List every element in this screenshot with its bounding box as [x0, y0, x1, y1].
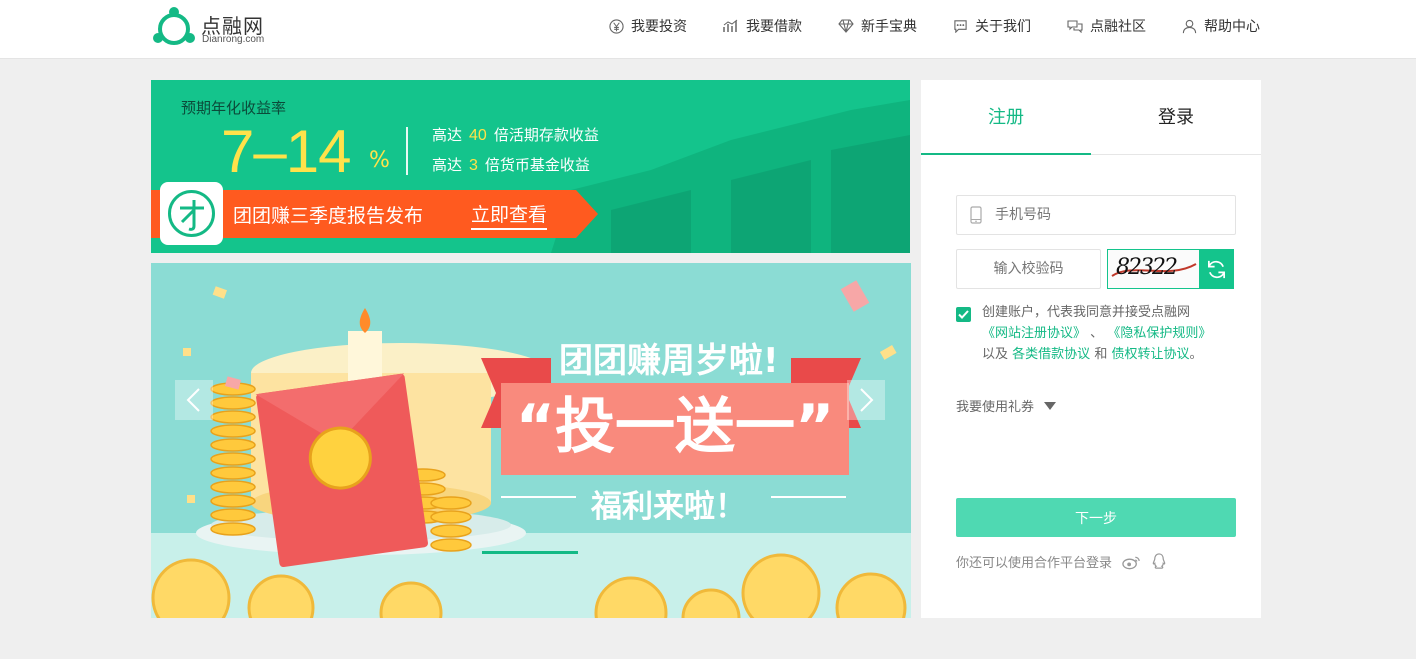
nav-community-label: 点融社区 [1090, 19, 1146, 35]
weibo-icon[interactable] [1122, 554, 1141, 570]
captcha-image[interactable]: 82322 [1107, 249, 1199, 289]
next-step-button[interactable]: 下一步 [956, 498, 1236, 537]
privacy-rules-link[interactable]: 《隐私保护规则》 [1107, 326, 1211, 341]
check-icon [958, 310, 969, 319]
user-icon [1182, 19, 1197, 33]
site-header: 点融网 Dianrong.com 我要投资 我要借款 新手宝典 关于我们 点融社… [0, 0, 1416, 59]
captcha-refresh-button[interactable] [1199, 249, 1234, 289]
agreement-text: 创建账户，代表我同意并接受点融网 《网站注册协议》 、 《隐私保护规则》 以及 … [982, 302, 1252, 365]
loan-agreements-link[interactable]: 各类借款协议 [1012, 347, 1090, 362]
use-coupon-toggle[interactable]: 我要使用礼券 [956, 396, 1057, 415]
line2-prefix: 高达 [432, 156, 463, 174]
diamond-icon [838, 19, 854, 33]
tab-register[interactable]: 注册 [921, 80, 1091, 155]
chat-icon [954, 20, 967, 33]
chevron-left-icon [186, 388, 200, 412]
carousel-next-button[interactable] [847, 380, 885, 420]
partner-login: 你还可以使用合作平台登录 [956, 552, 1167, 571]
yield-label: 预期年化收益率 [181, 99, 287, 117]
nav-help-label: 帮助中心 [1204, 19, 1260, 35]
line1-number: 40 [469, 127, 487, 144]
report-ribbon-text: 团团赚三季度报告发布 [233, 205, 424, 227]
line1-prefix: 高达 [432, 126, 463, 144]
yen-icon [609, 18, 624, 34]
verification-code-field [956, 249, 1101, 289]
carousel-prev-button[interactable] [175, 380, 213, 420]
yield-rate: 7–14 [221, 118, 351, 185]
line1-suffix: 倍活期存款收益 [493, 126, 599, 144]
agree-separator: 、 [1090, 326, 1104, 341]
nav-about[interactable]: 关于我们 [953, 16, 1031, 36]
nav-borrow[interactable]: 我要借款 [723, 16, 802, 36]
yield-percent-sign: % [369, 148, 390, 173]
partner-login-text: 你还可以使用合作平台登录 [956, 556, 1113, 571]
carousel-indicator[interactable] [482, 551, 578, 554]
chevron-right-icon [860, 388, 874, 412]
mobile-phone-icon [970, 206, 982, 224]
nav-about-label: 关于我们 [975, 19, 1031, 35]
coupon-label: 我要使用礼券 [956, 400, 1035, 415]
carousel-title: 团团赚周岁啦! [559, 341, 779, 381]
yield-compare-line-2: 高达 3 倍货币基金收益 [432, 154, 590, 175]
carousel-subtitle: 福利来啦！ [591, 489, 746, 525]
nav-invest-label: 我要投资 [631, 19, 687, 35]
agree-checkbox[interactable] [956, 307, 971, 322]
caret-down-icon [1044, 401, 1057, 410]
nav-community[interactable]: 点融社区 [1067, 16, 1146, 36]
carousel-headline: “投一送一” [515, 392, 835, 462]
line2-number: 3 [469, 157, 478, 174]
captcha-text: 82322 [1116, 255, 1178, 280]
main-nav: 我要投资 我要借款 新手宝典 关于我们 点融社区 帮助中心 [573, 0, 1260, 52]
nav-help[interactable]: 帮助中心 [1182, 16, 1260, 36]
auth-tabs: 注册 登录 [921, 80, 1261, 155]
agree-end: 。 [1189, 347, 1203, 362]
line2-suffix: 倍货币基金收益 [484, 156, 590, 174]
community-icon [1067, 20, 1083, 33]
auth-panel: 注册 登录 82322 创建账户，代表我同意并接受点融网 《网站注册协议》 、 … [921, 80, 1261, 618]
qq-icon[interactable] [1151, 553, 1167, 570]
agree-prefix: 创建账户，代表我同意并接受点融网 [982, 305, 1191, 320]
debt-transfer-agreement-link[interactable]: 债权转让协议 [1111, 347, 1189, 362]
phone-input[interactable] [995, 196, 1225, 234]
refresh-icon [1208, 260, 1225, 279]
banner-divider [406, 127, 408, 175]
view-now-link[interactable]: 立即查看 [471, 200, 548, 230]
nav-guide[interactable]: 新手宝典 [838, 16, 917, 36]
yield-banner[interactable]: 预期年化收益率 7–14 % 高达 40 倍活期存款收益 高达 3 倍货币基金收益 团团… [151, 80, 910, 253]
site-registration-agreement-link[interactable]: 《网站注册协议》 [982, 326, 1086, 341]
site-logo[interactable]: 点融网 Dianrong.com [152, 7, 282, 51]
nav-guide-label: 新手宝典 [861, 19, 917, 35]
nav-borrow-label: 我要借款 [746, 19, 802, 35]
nav-invest[interactable]: 我要投资 [609, 16, 687, 36]
phone-field [956, 195, 1236, 235]
logo-subtext: Dianrong.com [202, 34, 265, 45]
agree-and: 和 [1094, 347, 1108, 362]
verification-code-input[interactable] [957, 250, 1100, 288]
tab-login[interactable]: 登录 [1091, 80, 1261, 155]
tuantuanzhuan-app-icon [160, 182, 223, 245]
agree-middle: 以及 [982, 347, 1009, 362]
chart-icon [723, 19, 738, 32]
promo-carousel[interactable]: 团团赚周岁啦! “投一送一” 福利来啦！ [151, 263, 911, 618]
dianrong-logo-icon [153, 7, 195, 45]
yield-compare-line-1: 高达 40 倍活期存款收益 [432, 124, 599, 145]
